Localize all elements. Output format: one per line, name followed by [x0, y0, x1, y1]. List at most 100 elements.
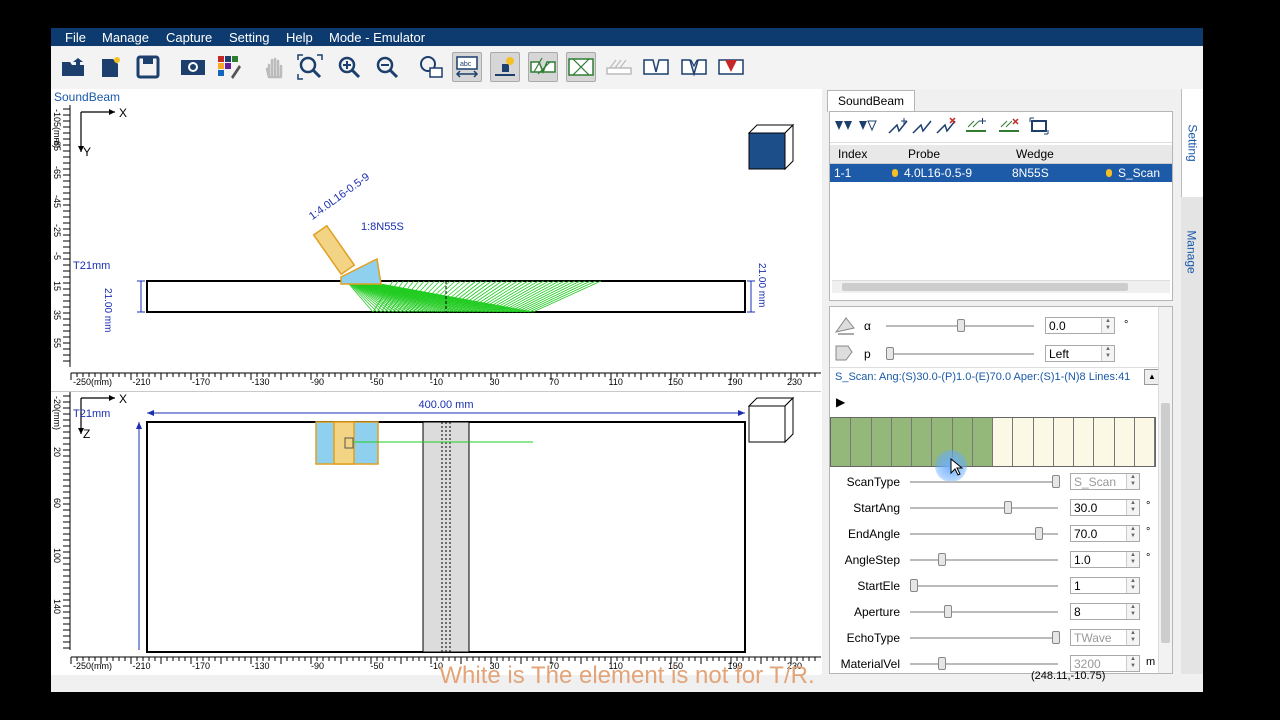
element-cell[interactable] [851, 418, 872, 466]
param-slider[interactable] [910, 585, 1058, 587]
alpha-unit: ° [1124, 319, 1129, 331]
alpha-slider-thumb[interactable] [957, 319, 965, 332]
weld-flat-icon[interactable] [604, 52, 634, 82]
param-slider-thumb[interactable] [910, 579, 918, 592]
hruler-label: 190 [727, 377, 743, 387]
zoom-out-icon[interactable] [372, 52, 402, 82]
element-cell[interactable] [1013, 418, 1034, 466]
open-folder-icon[interactable] [58, 52, 88, 82]
vruler-label: 20 [52, 446, 62, 457]
row-scan: S_Scan [1118, 166, 1161, 180]
weld-v-icon[interactable] [528, 52, 558, 82]
beam-delete-icon[interactable] [935, 116, 957, 136]
element-cell[interactable] [1134, 418, 1155, 466]
tab-soundbeam[interactable]: SoundBeam [827, 90, 915, 112]
element-cell[interactable] [831, 418, 852, 466]
table-hscrollbar[interactable] [832, 280, 1170, 293]
weld-double-icon[interactable] [679, 52, 709, 82]
vruler-label: 15 [52, 281, 62, 292]
p-slider[interactable] [886, 353, 1034, 355]
param-input[interactable]: 1.0 ▲ ▼ [1070, 551, 1140, 568]
zoom-in-icon[interactable] [334, 52, 364, 82]
element-cell[interactable] [1033, 418, 1054, 466]
wedge-indicator-icon [1106, 169, 1112, 177]
col-probe: Probe [908, 147, 941, 161]
param-input[interactable]: 1 ▲ ▼ [1070, 577, 1140, 594]
top-view[interactable]: X Y 1:4.0L16-0.5-9 1:8N55S T21mm 21.00 m… [51, 105, 821, 391]
palette-icon[interactable] [214, 52, 244, 82]
weld-u-icon[interactable] [641, 52, 671, 82]
element-cell[interactable] [891, 418, 912, 466]
scan-summary: S_Scan: Ang:(S)30.0-(P)1.0-(E)70.0 Aper:… [835, 371, 1131, 383]
hruler-label: -90 [311, 377, 325, 387]
vruler-label: -5 [52, 252, 62, 261]
menu-capture[interactable]: Capture [166, 30, 212, 45]
pan-hand-icon[interactable] [259, 52, 289, 82]
hruler-label: 70 [549, 377, 560, 387]
save-icon[interactable] [133, 52, 163, 82]
element-strip[interactable] [830, 417, 1156, 467]
param-input[interactable]: 8 ▲ ▼ [1070, 603, 1140, 620]
group-delete-icon[interactable] [998, 116, 1020, 136]
param-slider-thumb[interactable] [944, 605, 953, 618]
param-slider[interactable] [910, 611, 1058, 613]
menu-help[interactable]: Help [286, 30, 313, 45]
param-slider-thumb[interactable] [1052, 631, 1060, 644]
element-cell[interactable] [871, 418, 892, 466]
param-slider-thumb[interactable] [1052, 475, 1060, 488]
dim-right: 21.00 mm [756, 263, 767, 308]
settings-vscrollbar[interactable] [1158, 307, 1172, 673]
side-tab-bar: Setting Manage [1181, 89, 1203, 674]
menu-setting[interactable]: Setting [229, 30, 269, 45]
beam-edit-icon[interactable] [911, 116, 933, 136]
param-slider[interactable] [910, 559, 1058, 561]
zoom-fit-icon[interactable] [295, 52, 325, 82]
param-slider-thumb[interactable] [1034, 527, 1043, 540]
weld-red-icon[interactable] [716, 52, 746, 82]
probe-remove-icon[interactable] [857, 116, 879, 136]
camera-icon[interactable] [178, 52, 208, 82]
p-input[interactable]: Left ▲ ▼ [1045, 345, 1115, 362]
bottom-view[interactable]: X Z T21mm 400.00 mm -20(mm) 20 60 100 140 -2… [51, 391, 821, 675]
param-slider[interactable] [910, 481, 1058, 483]
measure-icon[interactable] [416, 52, 446, 82]
fullscreen-icon[interactable] [1028, 116, 1050, 136]
new-file-icon[interactable] [95, 52, 125, 82]
side-tab-setting[interactable]: Setting [1181, 89, 1203, 197]
group-add-icon[interactable] [965, 116, 987, 136]
hruler-label: -210 [132, 377, 151, 387]
probe-table-panel: Index Probe Wedge 1-1 4.0L16-0.5-9 8N55S… [829, 111, 1173, 301]
hruler-label: 110 [608, 377, 623, 387]
param-slider[interactable] [910, 637, 1058, 639]
vruler-label: -25 [52, 223, 62, 237]
param-slider-thumb[interactable] [1003, 501, 1012, 514]
side-tab-manage[interactable]: Manage [1181, 197, 1203, 307]
p-slider-thumb[interactable] [886, 347, 894, 360]
param-input[interactable]: TWave ▲ ▼ [1070, 629, 1140, 646]
element-cell[interactable] [993, 418, 1014, 466]
part-3d-icon[interactable] [747, 123, 795, 171]
param-slider[interactable] [910, 507, 1058, 509]
menu-manage[interactable]: Manage [102, 30, 149, 45]
element-cell[interactable] [1074, 418, 1095, 466]
probe-icon[interactable] [490, 52, 520, 82]
probe-add-icon[interactable] [833, 116, 855, 136]
play-icon[interactable]: ▶ [836, 395, 845, 409]
menu-file[interactable]: File [65, 30, 86, 45]
param-input[interactable]: 30.0 ▲ ▼ [1070, 499, 1140, 516]
element-cell[interactable] [1053, 418, 1074, 466]
text-label-icon[interactable]: abc [452, 52, 482, 82]
weld-x-icon[interactable] [566, 52, 596, 82]
beam-add-icon[interactable] [887, 116, 909, 136]
element-cell[interactable] [912, 418, 933, 466]
element-cell[interactable] [1094, 418, 1115, 466]
element-cell[interactable] [972, 418, 993, 466]
param-slider-thumb[interactable] [938, 553, 947, 566]
table-header: Index Probe Wedge [830, 145, 1172, 164]
probe-indicator-icon [892, 169, 898, 177]
element-cell[interactable] [1114, 418, 1135, 466]
table-row[interactable]: 1-1 4.0L16-0.5-9 8N55S S_Scan [830, 164, 1172, 182]
param-input[interactable]: 70.0 ▲ ▼ [1070, 525, 1140, 542]
alpha-input[interactable]: 0.0 ▲ ▼ [1045, 317, 1115, 334]
param-input[interactable]: S_Scan ▲ ▼ [1070, 473, 1140, 490]
